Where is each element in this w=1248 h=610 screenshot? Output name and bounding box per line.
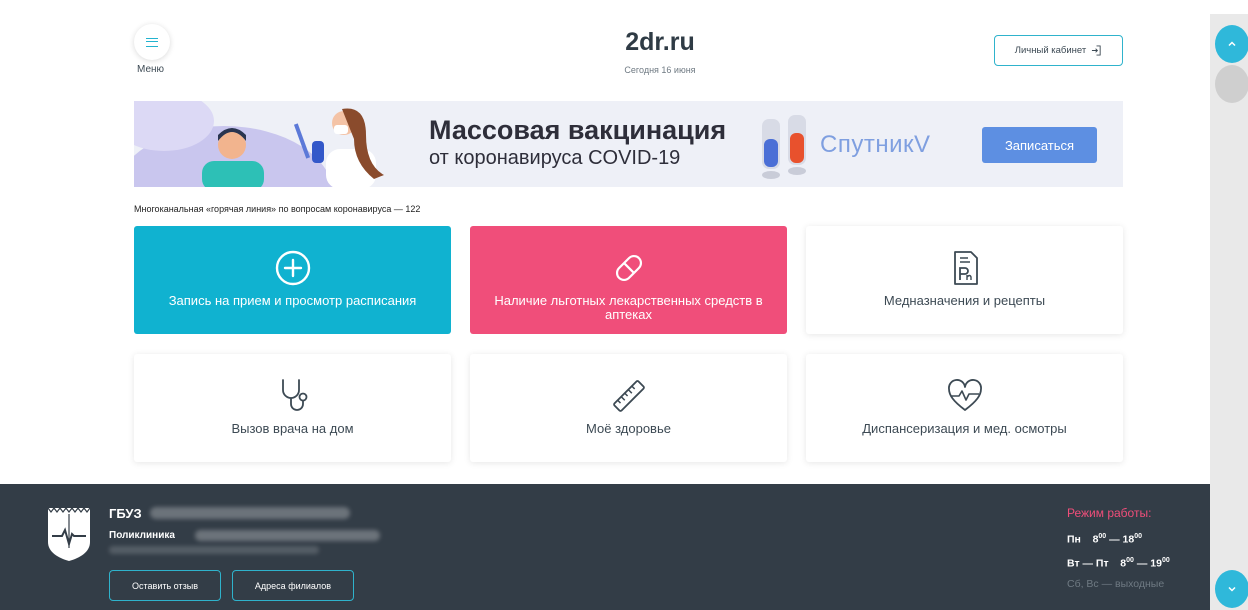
menu-label: Меню [137, 64, 165, 75]
working-hours-title: Режим работы: [1067, 506, 1152, 520]
personal-cabinet-button[interactable]: Личный кабинет [994, 35, 1123, 66]
redacted-text [195, 530, 380, 541]
tile-prescriptions[interactable]: Медназначения и рецепты [806, 226, 1123, 334]
scrollbar-thumb[interactable] [1215, 65, 1248, 103]
chevron-down-icon [1228, 586, 1236, 592]
stethoscope-icon [281, 379, 307, 411]
hours-tue-fri: Вт — Пт 800 — 1900 [1067, 557, 1170, 570]
vaccine-vials-icon [762, 115, 806, 179]
redacted-text [109, 546, 319, 554]
vaccination-banner[interactable]: Массовая вакцинация от коронавируса COVI… [134, 101, 1123, 187]
tile-appointment[interactable]: Запись на прием и просмотр расписания [134, 226, 451, 334]
tile-label: Диспансеризация и мед. осмотры [862, 421, 1067, 436]
ruler-icon [612, 380, 645, 412]
scroll-down-button[interactable] [1215, 570, 1248, 608]
organization-name: ГБУЗ [109, 506, 142, 521]
tile-doctor-home-call[interactable]: Вызов врача на дом [134, 354, 451, 462]
tile-label: Медназначения и рецепты [883, 293, 1046, 308]
signup-vaccination-button[interactable]: Записаться [982, 127, 1097, 163]
redacted-text [150, 507, 350, 519]
heart-pulse-icon [947, 379, 982, 411]
current-date: Сегодня 16 июня [624, 65, 696, 75]
banner-subtitle: от коронавируса COVID-19 [429, 147, 681, 169]
pill-icon [615, 254, 642, 282]
prescription-icon [953, 251, 978, 285]
sputnik-logo: СпутникV [820, 131, 931, 158]
hamburger-icon [146, 37, 158, 47]
tile-label: Наличие льготных лекарственных средств в… [494, 293, 763, 322]
vaccination-illustration [134, 101, 384, 187]
organization-subtitle: Поликлиника [109, 530, 175, 541]
scrollbar-track[interactable] [1210, 14, 1248, 610]
cabinet-label: Личный кабинет [1014, 45, 1087, 56]
plus-circle-icon [275, 250, 310, 286]
hours-monday: Пн 800 — 1800 [1067, 533, 1143, 546]
hotline-text: Многоканальная «горячая линия» по вопрос… [134, 204, 421, 214]
tile-medicines[interactable]: Наличие льготных лекарственных средств в… [470, 226, 787, 334]
banner-title: Массовая вакцинация [429, 115, 727, 145]
menu-button[interactable] [134, 24, 170, 60]
hours-weekend: Сб, Вс — выходные [1067, 578, 1165, 590]
city-crest-icon [47, 507, 91, 561]
chevron-up-icon [1228, 41, 1236, 47]
tile-medical-checkups[interactable]: Диспансеризация и мед. осмотры [806, 354, 1123, 462]
scroll-up-button[interactable] [1215, 25, 1248, 63]
leave-feedback-button[interactable]: Оставить отзыв [109, 570, 221, 601]
tile-label: Запись на прием и просмотр расписания [168, 293, 417, 308]
tile-label: Вызов врача на дом [231, 421, 354, 436]
branch-addresses-button[interactable]: Адреса филиалов [232, 570, 354, 601]
login-icon [1092, 45, 1101, 56]
tile-my-health[interactable]: Моё здоровье [470, 354, 787, 462]
site-title[interactable]: 2dr.ru [560, 28, 760, 57]
tile-label: Моё здоровье [586, 421, 671, 436]
